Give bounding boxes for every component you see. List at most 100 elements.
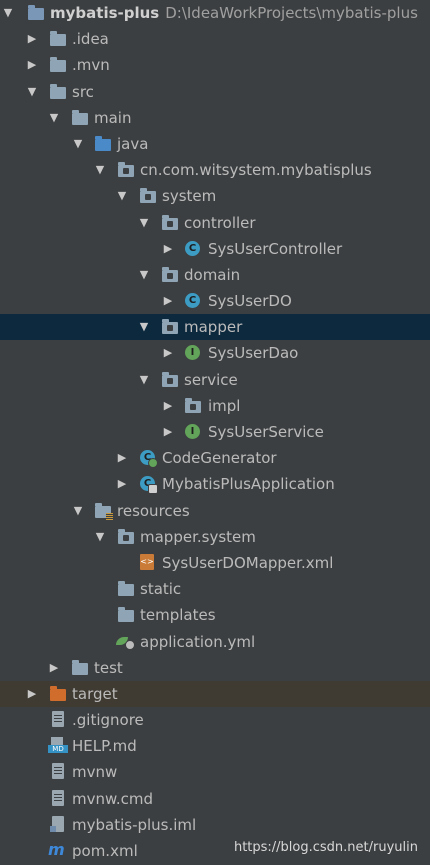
tree-node-label: SysUserDOMapper.xml [162, 553, 334, 572]
module-file-icon [50, 815, 66, 832]
tree-node-controller[interactable]: ▼ controller [0, 210, 430, 236]
tree-node-mybatisplusapplication[interactable]: ▶ C MybatisPlusApplication [0, 471, 430, 497]
chevron-right-icon[interactable]: ▶ [26, 26, 38, 52]
tree-node-resources[interactable]: ▼ resources [0, 498, 430, 524]
tree-node-root-package[interactable]: ▼ cn.com.witsystem.mybatisplus [0, 157, 430, 183]
tree-node-templates[interactable]: templates [0, 602, 430, 628]
tree-node-mvnw[interactable]: mvnw [0, 759, 430, 785]
tree-node-mvnw-cmd[interactable]: mvnw.cmd [0, 786, 430, 812]
folder-icon [118, 607, 134, 623]
tree-node-label: mybatis-plus.iml [72, 815, 197, 834]
tree-node-label: SysUserService [208, 423, 324, 441]
tree-node-sysuserservice[interactable]: ▶ I SysUserService [0, 419, 430, 445]
tree-node-label: SysUserDao [208, 344, 299, 363]
tree-node-main[interactable]: ▼ main [0, 105, 430, 131]
tree-node-help-md[interactable]: MD HELP.md [0, 733, 430, 759]
chevron-right-icon[interactable]: ▶ [162, 236, 174, 262]
tree-node-src[interactable]: ▼ src [0, 79, 430, 105]
chevron-down-icon[interactable]: ▼ [116, 183, 128, 209]
project-path: D:\IdeaWorkProjects\mybatis-plus [165, 4, 418, 22]
tree-node-label: mapper [184, 318, 243, 337]
tree-node-mapper[interactable]: ▼ mapper [0, 314, 430, 341]
maven-icon: m [48, 840, 65, 859]
source-folder-icon [95, 135, 111, 151]
tree-node-domain[interactable]: ▼ domain [0, 262, 430, 288]
chevron-down-icon[interactable]: ▼ [138, 314, 150, 340]
chevron-right-icon[interactable]: ▶ [116, 471, 128, 497]
tree-node-label: SysUserController [208, 239, 343, 258]
chevron-right-icon[interactable]: ▶ [162, 340, 174, 366]
tree-node-label: templates [140, 606, 216, 625]
excluded-folder-icon [50, 685, 66, 701]
class-icon: C [185, 293, 200, 309]
tree-node-label: HELP.md [72, 737, 137, 756]
chevron-down-icon[interactable]: ▼ [48, 105, 60, 131]
tree-node-system[interactable]: ▼ system [0, 183, 430, 209]
folder-icon [50, 57, 66, 73]
tree-node-sysusercontroller[interactable]: ▶ C SysUserController [0, 236, 430, 262]
tree-node-target[interactable]: ▶ target [0, 680, 430, 708]
class-icon: C [185, 240, 200, 256]
chevron-right-icon[interactable]: ▶ [48, 655, 60, 681]
tree-node-label: MybatisPlusApplication [162, 475, 335, 494]
tree-node-label: .gitignore [72, 711, 144, 730]
chevron-right-icon[interactable]: ▶ [26, 681, 38, 707]
tree-node-label: .idea [72, 30, 109, 49]
tree-node-label: domain [184, 265, 241, 284]
tree-node-iml[interactable]: mybatis-plus.iml [0, 812, 430, 838]
chevron-down-icon[interactable]: ▼ [72, 131, 84, 157]
chevron-right-icon[interactable]: ▶ [162, 419, 174, 445]
chevron-down-icon[interactable]: ▼ [72, 498, 84, 524]
package-icon [140, 188, 156, 204]
tree-node-label: target [72, 684, 118, 703]
tree-node-label: cn.com.witsystem.mybatisplus [140, 161, 372, 180]
tree-node-label: system [162, 187, 217, 206]
folder-icon [72, 659, 88, 675]
tree-node-label: mvnw [72, 763, 118, 782]
tree-node-sysuserdomapper-xml[interactable]: <> SysUserDOMapper.xml [0, 550, 430, 576]
markdown-tag: MD [48, 745, 68, 754]
tree-node-mvn[interactable]: ▶ .mvn [0, 52, 430, 78]
package-icon [118, 162, 134, 178]
runnable-class-icon: C [140, 450, 158, 469]
tree-node-label: service [184, 370, 238, 389]
chevron-down-icon[interactable]: ▼ [138, 367, 150, 393]
chevron-down-icon[interactable]: ▼ [138, 210, 150, 236]
tree-node-sysuserdao[interactable]: ▶ I SysUserDao [0, 340, 430, 366]
chevron-right-icon[interactable]: ▶ [162, 393, 174, 419]
chevron-down-icon[interactable]: ▼ [94, 157, 106, 183]
chevron-down-icon[interactable]: ▼ [2, 0, 14, 26]
text-file-icon [52, 789, 64, 806]
tree-node-gitignore[interactable]: .gitignore [0, 707, 430, 733]
tree-node-label: main [94, 108, 132, 127]
chevron-right-icon[interactable]: ▶ [162, 288, 174, 314]
tree-node-sysuserdo[interactable]: ▶ C SysUserDO [0, 288, 430, 314]
chevron-right-icon[interactable]: ▶ [26, 52, 38, 78]
tree-node-label: java [117, 134, 149, 153]
xml-file-icon: <> [140, 553, 154, 570]
folder-icon [72, 109, 88, 125]
text-file-icon [52, 711, 64, 728]
tree-node-static[interactable]: static [0, 576, 430, 602]
interface-icon: I [185, 345, 200, 361]
tree-node-label: mvnw.cmd [72, 789, 154, 808]
chevron-right-icon[interactable]: ▶ [116, 445, 128, 471]
tree-node-codegenerator[interactable]: ▶ C CodeGenerator [0, 445, 430, 471]
package-icon [162, 214, 178, 230]
markdown-file-icon: MD [48, 737, 68, 754]
tree-node-mapper-system[interactable]: ▼ mapper.system [0, 524, 430, 550]
tree-node-application-yml[interactable]: application.yml [0, 629, 430, 655]
tree-node-service[interactable]: ▼ service [0, 367, 430, 393]
chevron-down-icon[interactable]: ▼ [26, 79, 38, 105]
chevron-down-icon[interactable]: ▼ [94, 524, 106, 550]
tree-node-idea[interactable]: ▶ .idea [0, 26, 430, 52]
tree-node-test[interactable]: ▶ test [0, 655, 430, 681]
folder-icon [50, 31, 66, 47]
tree-node-label: mapper.system [140, 527, 256, 546]
tree-node-java[interactable]: ▼ java [0, 131, 430, 157]
text-file-icon [52, 763, 64, 780]
project-tree: ▼ mybatis-plus D:\IdeaWorkProjects\mybati… [0, 0, 430, 864]
tree-node-project-root[interactable]: ▼ mybatis-plus D:\IdeaWorkProjects\mybati… [0, 0, 430, 26]
chevron-down-icon[interactable]: ▼ [138, 262, 150, 288]
tree-node-impl[interactable]: ▶ impl [0, 393, 430, 419]
